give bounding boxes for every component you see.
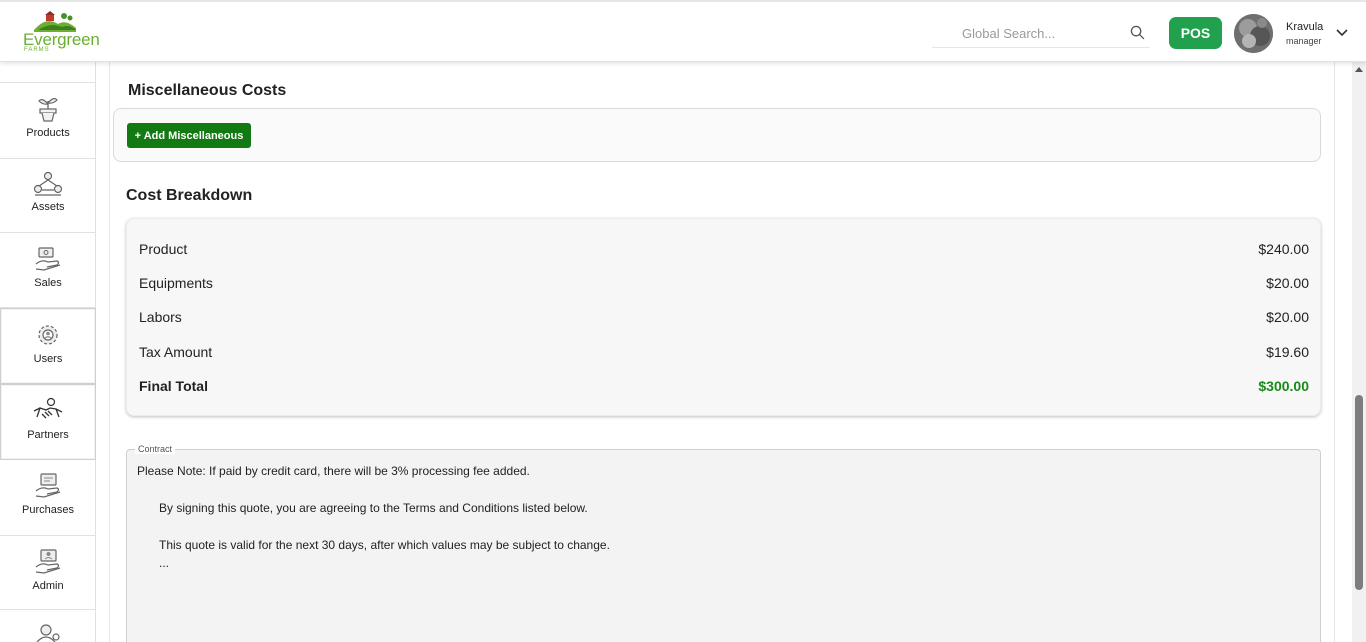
misc-costs-box: + Add Miscellaneous	[113, 108, 1321, 162]
main-content: Miscellaneous Costs + Add Miscellaneous …	[96, 62, 1352, 642]
assets-network-icon	[33, 171, 63, 196]
sidebar-item-users[interactable]: Users	[0, 308, 96, 384]
contract-line: By signing this quote, you are agreeing …	[159, 501, 588, 515]
user-role: manager	[1286, 36, 1322, 46]
sidebar-item-assets[interactable]: Assets	[0, 159, 96, 233]
admin-hand-icon	[35, 549, 61, 574]
user-name: Kravula	[1286, 21, 1324, 33]
sidebar: Products Assets Sales Users Partners Pur…	[0, 62, 96, 642]
cost-label: Product	[139, 241, 188, 257]
cost-label: Equipments	[139, 275, 213, 291]
contract-legend: Contract	[135, 444, 176, 454]
sidebar-item-label: Purchases	[22, 504, 74, 516]
chevron-down-icon[interactable]	[1336, 28, 1348, 38]
contract-line: Please Note: If paid by credit card, the…	[137, 464, 530, 478]
scroll-up-arrow-icon[interactable]	[1355, 66, 1363, 72]
cost-value: $20.00	[1266, 275, 1309, 291]
sidebar-item-products[interactable]: Products	[0, 83, 96, 159]
purchases-hand-icon	[35, 473, 61, 498]
plant-pot-icon	[38, 97, 58, 122]
pos-button[interactable]: POS	[1169, 17, 1222, 49]
final-total-value: $300.00	[1258, 378, 1309, 394]
sidebar-item-label: Partners	[27, 429, 69, 441]
sidebar-item-label: Sales	[34, 277, 62, 289]
sidebar-item-label: Products	[26, 127, 70, 139]
page-scrollbar[interactable]	[1352, 62, 1366, 642]
sidebar-item-label: Users	[33, 353, 63, 365]
misc-costs-title: Miscellaneous Costs	[128, 82, 287, 99]
scrollbar-thumb[interactable]	[1355, 395, 1363, 590]
cost-value: $19.60	[1266, 344, 1309, 360]
user-avatar[interactable]	[1234, 14, 1273, 53]
sidebar-item-purchases[interactable]: Purchases	[0, 460, 96, 536]
sidebar-item-more[interactable]	[0, 610, 96, 642]
sidebar-item-admin[interactable]: Admin	[0, 536, 96, 610]
add-miscellaneous-button[interactable]: + Add Miscellaneous	[127, 123, 251, 148]
search-icon[interactable]	[1130, 25, 1145, 40]
cost-label: Tax Amount	[139, 344, 213, 360]
users-gear-icon	[38, 325, 58, 345]
cost-label: Labors	[139, 309, 182, 325]
contract-textarea[interactable]: Contract Please Note: If paid by credit …	[126, 444, 1321, 642]
contract-line: This quote is valid for the next 30 days…	[159, 538, 610, 552]
sales-hand-icon	[35, 247, 61, 271]
cost-breakdown-title: Cost Breakdown	[126, 187, 253, 204]
user-settings-icon	[36, 624, 60, 642]
sidebar-item-label: Admin	[32, 580, 64, 592]
final-total-label: Final Total	[139, 378, 208, 394]
evergreen-logo[interactable]: Evergreen FARMS	[20, 10, 100, 56]
sidebar-item-label: Assets	[31, 201, 65, 213]
sidebar-item-sales[interactable]: Sales	[0, 233, 96, 308]
handshake-icon	[33, 397, 63, 419]
brand-subtitle: FARMS	[24, 47, 50, 53]
sidebar-item-partial	[0, 62, 96, 83]
cost-value: $20.00	[1266, 309, 1309, 325]
sidebar-item-partners[interactable]: Partners	[0, 384, 96, 460]
farm-landscape-icon	[34, 11, 76, 32]
global-search-input[interactable]	[932, 18, 1122, 48]
contract-line: ...	[159, 556, 170, 570]
cost-value: $240.00	[1258, 241, 1309, 257]
cost-breakdown-card: Product $240.00 Equipments $20.00 Labors…	[126, 218, 1321, 416]
top-header: Evergreen FARMS POS Kravula manager	[0, 0, 1366, 62]
global-search	[932, 18, 1150, 48]
